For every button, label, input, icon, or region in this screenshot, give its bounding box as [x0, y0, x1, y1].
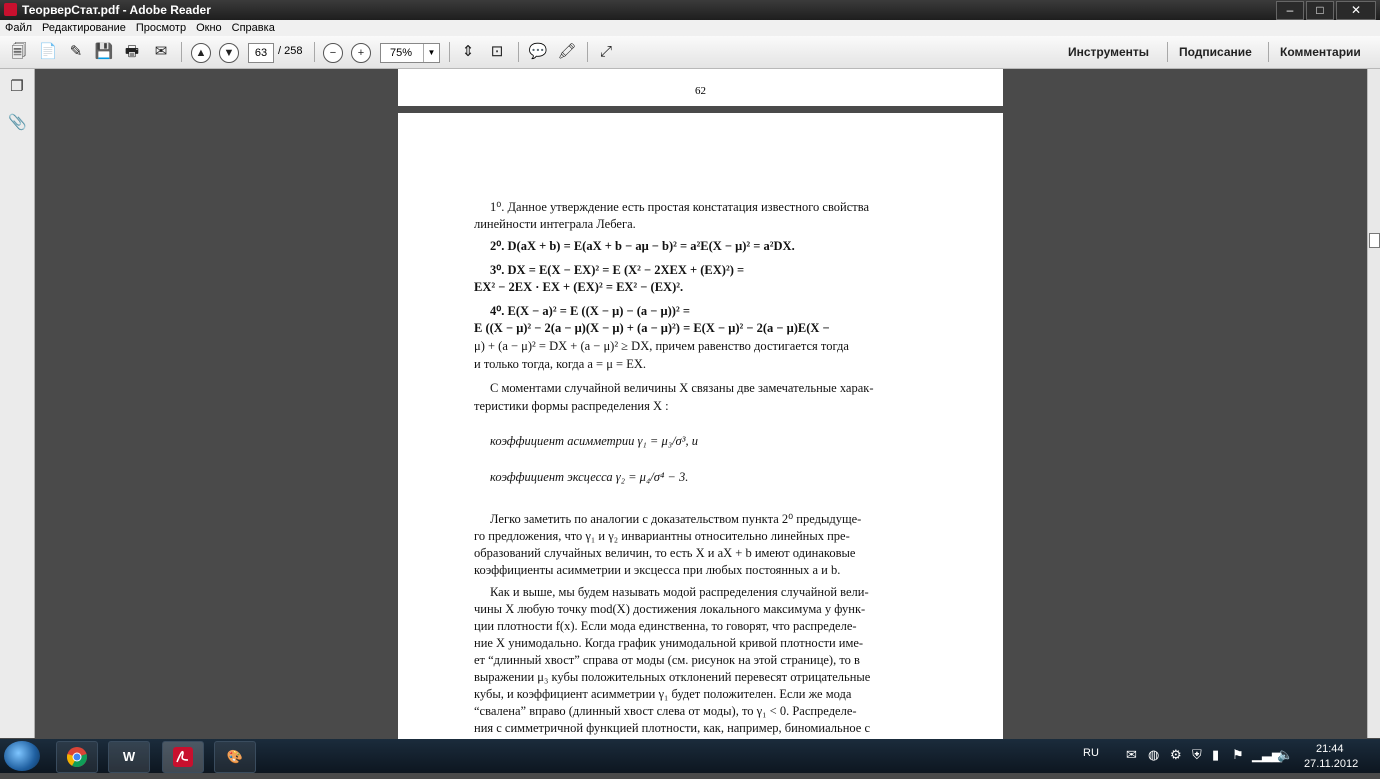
doc-line: Как и выше, мы будем называть модой расп… [490, 585, 869, 599]
title-bar: ТеорверСтат.pdf - Adobe Reader – □ ✕ [0, 0, 1380, 20]
full-screen-icon[interactable]: ⤢ [595, 41, 617, 63]
vertical-scrollbar[interactable] [1367, 69, 1380, 738]
document-page: 1⁰. Данное утверждение есть простая конс… [398, 113, 1003, 739]
open-file-icon[interactable]: 📄 [37, 41, 59, 63]
attachments-icon[interactable]: 📎 [8, 114, 27, 132]
print-icon[interactable]: 🖶 [121, 41, 143, 63]
word-icon[interactable]: W [108, 741, 150, 773]
doc-line: “свалена” вправо (длинный хвост слева от… [474, 704, 857, 718]
adobe-reader-icon[interactable] [162, 741, 204, 773]
close-button[interactable]: ✕ [1336, 1, 1376, 20]
zoom-select[interactable]: 75% ▼ [380, 43, 440, 63]
toolbar: 🗐 📄 ✎ 💾 🖶 ✉ ▲ ▼ 63 / 258 − + 75% ▼ ⇕ ⊡ 💬… [0, 36, 1380, 69]
doc-line: кубы, и коэффициент асимметрии γ₁ будет … [474, 687, 852, 701]
zoom-out-icon[interactable]: − [323, 43, 343, 63]
menu-window[interactable]: Окно [191, 22, 227, 34]
doc-line: образований случайных величин, то есть X… [474, 546, 856, 560]
taskbar: W 🎨 RU ✉ ◍ ⚙ ⛨ ▮ ⚑ ▁▃▅ 🔈 21:44 27.11.201… [0, 739, 1380, 773]
settings-icon[interactable]: ⚙ [1170, 747, 1182, 763]
sign-link[interactable]: Подписание [1179, 45, 1252, 59]
menu-help[interactable]: Справка [227, 22, 280, 34]
doc-line: 2⁰. D(aX + b) = E(aX + b − aμ − b)² = a²… [490, 239, 795, 253]
doc-line: коэффициент эксцесса γ₂ = μ₄/σ⁴ − 3. [490, 470, 689, 484]
previous-page-icon[interactable]: ▲ [191, 43, 211, 63]
paint-icon[interactable]: 🎨 [214, 741, 256, 773]
start-button[interactable] [4, 741, 40, 771]
doc-line: чины X любую точку mod(X) достижения лок… [474, 602, 866, 616]
shield-icon[interactable]: ⛨ [1192, 747, 1202, 763]
doc-line: μ) + (a − μ)² = DX + (a − μ)² ≥ DX, прич… [474, 339, 849, 353]
navigation-pane: ❐ 📎 [0, 69, 35, 738]
doc-line: ет “длинный хвост” справа от моды (см. р… [474, 653, 860, 667]
create-pdf-icon[interactable]: 🗐 [8, 41, 30, 63]
previous-page: 62 [398, 69, 1003, 106]
tools-link[interactable]: Инструменты [1068, 45, 1149, 59]
edit-icon[interactable]: ✎ [65, 41, 87, 63]
window-title: ТеорверСтат.pdf - Adobe Reader [22, 3, 211, 17]
network-icon[interactable]: ✉ [1126, 747, 1137, 763]
zoom-in-icon[interactable]: + [351, 43, 371, 63]
comments-link[interactable]: Комментарии [1280, 45, 1361, 59]
menu-edit[interactable]: Редактирование [37, 22, 131, 34]
doc-line: линейности интеграла Лебега. [474, 217, 636, 231]
adobe-reader-icon [4, 3, 17, 16]
menu-file[interactable]: Файл [0, 22, 37, 34]
doc-line: 4⁰. E(X − a)² = E ((X − μ) − (a − μ))² = [490, 304, 690, 318]
page-number: 62 [695, 85, 706, 97]
minimize-button[interactable]: – [1276, 1, 1304, 20]
doc-line: 3⁰. DX = E(X − EX)² = E (X² − 2XEX + (EX… [490, 263, 745, 277]
doc-line: С моментами случайной величины X связаны… [490, 381, 874, 395]
doc-line: 1⁰. Данное утверждение есть простая конс… [490, 200, 869, 214]
clock-time[interactable]: 21:44 [1316, 743, 1344, 755]
fit-width-icon[interactable]: ⊡ [486, 41, 508, 63]
menu-view[interactable]: Просмотр [131, 22, 191, 34]
flag-icon[interactable]: ⚑ [1232, 747, 1244, 763]
doc-line: ния с симметричной функцией плотности, к… [474, 721, 871, 735]
doc-line: E ((X − μ)² − 2(a − μ)(X − μ) + (a − μ)²… [474, 321, 830, 335]
doc-line: коэффициенты асимметрии и эксцесса при л… [474, 563, 841, 577]
chevron-down-icon[interactable]: ▼ [423, 44, 439, 62]
page-total: / 258 [278, 45, 303, 57]
doc-line: ции плотности f(x). Если мода единственн… [474, 619, 857, 633]
page-number-input[interactable]: 63 [248, 43, 274, 63]
language-indicator[interactable]: RU [1083, 747, 1099, 759]
doc-line: го предложения, что γ₁ и γ₂ инвариантны … [474, 529, 850, 543]
fit-page-icon[interactable]: ⇕ [457, 41, 479, 63]
zoom-value: 75% [390, 47, 413, 59]
highlight-icon[interactable]: 🖍 [556, 41, 578, 63]
page-thumbnails-icon[interactable]: ❐ [8, 78, 26, 96]
chrome-icon[interactable] [56, 741, 98, 773]
menu-bar: Файл Редактирование Просмотр Окно Справк… [0, 20, 1380, 36]
doc-line: коэффициент асимметрии γ₁ = μ₃/σ³, и [490, 434, 698, 448]
email-icon[interactable]: ✉ [150, 41, 172, 63]
next-page-icon[interactable]: ▼ [219, 43, 239, 63]
doc-line: теристики формы распределения X : [474, 399, 669, 413]
skype-icon[interactable]: ◍ [1148, 747, 1159, 763]
clock-date[interactable]: 27.11.2012 [1304, 758, 1358, 770]
doc-line: EX² − 2EX · EX + (EX)² = EX² − (EX)². [474, 280, 684, 294]
doc-line: выражении μ₃ кубы положительных отклонен… [474, 670, 871, 684]
volume-icon[interactable]: 🔈 [1277, 747, 1293, 763]
scrollbar-thumb[interactable] [1369, 233, 1380, 248]
doc-line: ние X унимодально. Когда график унимодал… [474, 636, 864, 650]
comment-icon[interactable]: 💬 [527, 41, 549, 63]
doc-line: Легко заметить по аналогии с доказательс… [490, 512, 862, 526]
battery-icon[interactable]: ▮ [1212, 747, 1219, 763]
maximize-button[interactable]: □ [1306, 1, 1334, 20]
doc-line: и только тогда, когда a = μ = EX. [474, 357, 647, 371]
save-icon[interactable]: 💾 [93, 41, 115, 63]
